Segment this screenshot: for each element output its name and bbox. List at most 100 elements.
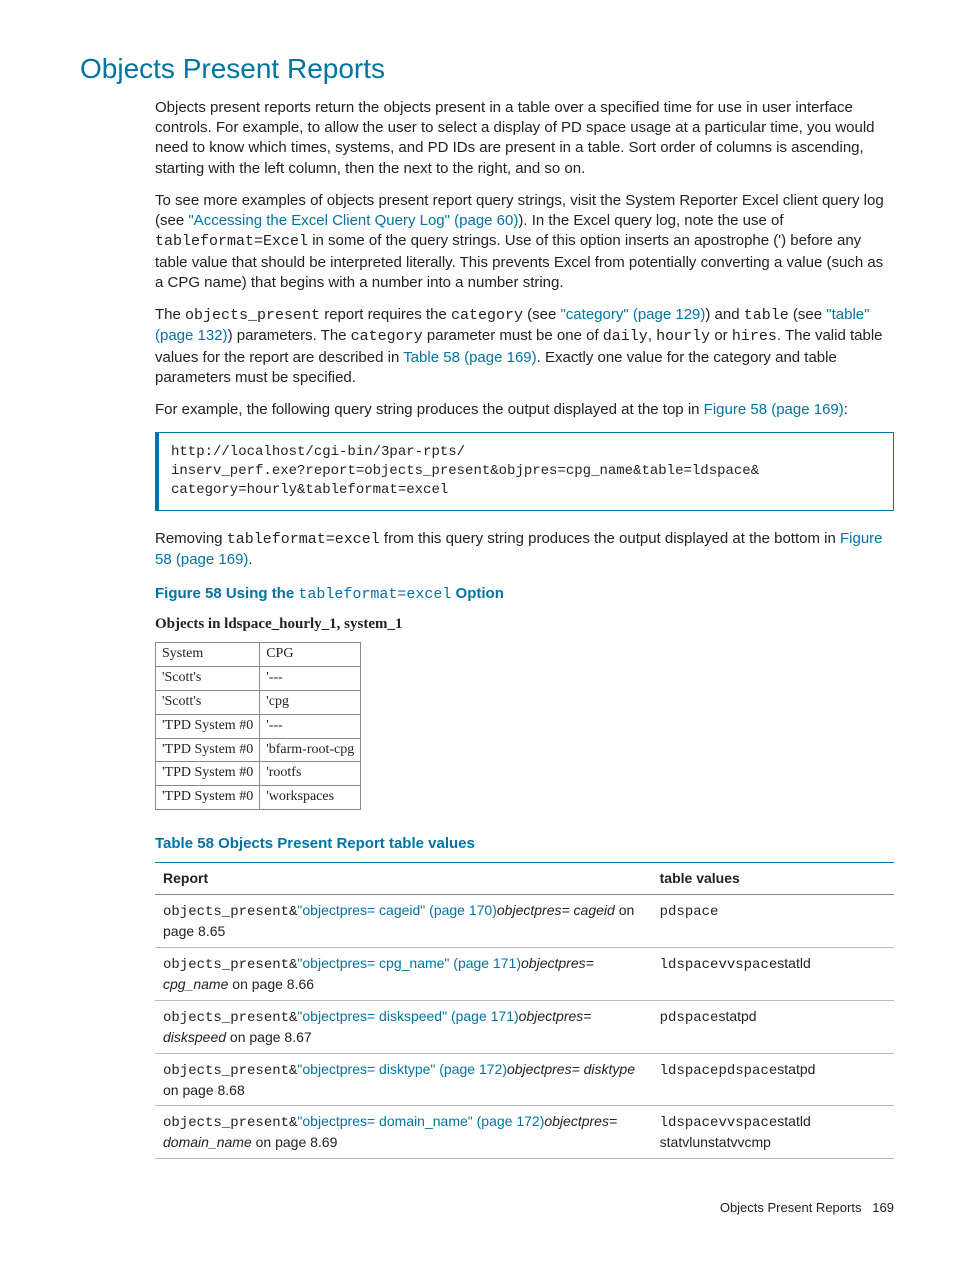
excel-log-link[interactable]: "Accessing the Excel Client Query Log" (… [188, 212, 518, 229]
code-text: objects_present& [163, 904, 297, 920]
text: (see [523, 306, 561, 323]
code-text: pdspace [660, 1010, 719, 1026]
table-row: 'TPD System #0'--- [156, 714, 361, 738]
text: ) parameters. The [228, 327, 351, 344]
table-cell: objects_present&"objectpres= domain_name… [155, 1106, 652, 1159]
figure58-link[interactable]: Figure 58 (page 169) [704, 401, 844, 418]
text: from this query string produces the outp… [380, 530, 840, 547]
table-cell: 'bfarm-root-cpg [260, 738, 361, 762]
table-cell: objects_present&"objectpres= disktype" (… [155, 1053, 652, 1106]
body-content: Objects present reports return the objec… [155, 98, 894, 1159]
table-cell: pdspacestatpd [652, 1000, 894, 1053]
example-table: System CPG 'Scott's'--- 'Scott's'cpg 'TP… [155, 642, 361, 810]
removing-paragraph: Removing tableformat=excel from this que… [155, 529, 894, 571]
code-text: table [744, 307, 789, 324]
figure-title: Figure 58 Using the tableformat=excel Op… [155, 584, 894, 605]
row-link[interactable]: "objectpres= cpg_name" (page 171) [297, 955, 521, 971]
row-link[interactable]: "objectpres= domain_name" (page 172) [297, 1113, 544, 1129]
row-link[interactable]: "objectpres= disktype" (page 172) [297, 1061, 507, 1077]
text: on page 8.69 [252, 1134, 338, 1150]
code-text: daily [603, 328, 648, 345]
text: statpd [718, 1008, 756, 1024]
table-cell: pdspace [652, 895, 894, 948]
text: (see [789, 306, 827, 323]
text: on page 8.68 [163, 1082, 245, 1098]
row-link[interactable]: "objectpres= cageid" (page 170) [297, 902, 496, 918]
params-paragraph: The objects_present report requires the … [155, 305, 894, 388]
table-row: System CPG [156, 642, 361, 666]
code-text: objects_present& [163, 957, 297, 973]
table-header-row: Report table values [155, 863, 894, 895]
code-text: objects_present [185, 307, 320, 324]
page-footer: Objects Present Reports 169 [80, 1199, 894, 1217]
code-text: ldspacevvspace [660, 1115, 778, 1131]
code-text: tableformat=excel [298, 586, 451, 603]
table-cell: 'TPD System #0 [156, 738, 260, 762]
table-cell: 'Scott's [156, 690, 260, 714]
table-cell: 'workspaces [260, 786, 361, 810]
table-row: objects_present&"objectpres= domain_name… [155, 1106, 894, 1159]
code-text: hourly [656, 328, 710, 345]
table-cell: '--- [260, 666, 361, 690]
text: ) and [705, 306, 743, 323]
code-text: ldspacepdspace [660, 1063, 778, 1079]
code-text: hires [732, 328, 777, 345]
code-text: category [351, 328, 423, 345]
text: on page 8.67 [226, 1029, 312, 1045]
example-intro: For example, the following query string … [155, 400, 894, 420]
table-header-cell: table values [652, 863, 894, 895]
table58-title: Table 58 Objects Present Report table va… [155, 834, 894, 854]
footer-label: Objects Present Reports [720, 1200, 862, 1215]
table-row: objects_present&"objectpres= cpg_name" (… [155, 948, 894, 1001]
text: Option [451, 585, 504, 602]
table-cell: objects_present&"objectpres= diskspeed" … [155, 1000, 652, 1053]
code-text: ldspacevvspace [660, 957, 778, 973]
text: , [648, 327, 656, 344]
table-cell: ldspacevvspacestatld [652, 948, 894, 1001]
page-heading: Objects Present Reports [80, 50, 894, 88]
table-cell: 'cpg [260, 690, 361, 714]
text: For example, the following query string … [155, 401, 704, 418]
category-link[interactable]: "category" (page 129) [560, 306, 705, 323]
table58: Report table values objects_present&"obj… [155, 862, 894, 1159]
text: statld [777, 955, 810, 971]
table-header-cell: CPG [260, 642, 361, 666]
code-block: http://localhost/cgi-bin/3par-rpts/ inse… [155, 432, 894, 511]
table-cell: ldspacevvspacestatld statvlunstatvvcmp [652, 1106, 894, 1159]
table-row: objects_present&"objectpres= disktype" (… [155, 1053, 894, 1106]
excel-paragraph: To see more examples of objects present … [155, 191, 894, 293]
text: Removing [155, 530, 227, 547]
text: parameter must be one of [423, 327, 603, 344]
table-cell: 'Scott's [156, 666, 260, 690]
text: Figure 58 Using the [155, 585, 298, 602]
row-link[interactable]: "objectpres= diskspeed" (page 171) [297, 1008, 518, 1024]
table-cell: ldspacepdspacestatpd [652, 1053, 894, 1106]
table-cell: objects_present&"objectpres= cpg_name" (… [155, 948, 652, 1001]
table-row: objects_present&"objectpres= cageid" (pa… [155, 895, 894, 948]
table-cell: 'TPD System #0 [156, 786, 260, 810]
intro-paragraph: Objects present reports return the objec… [155, 98, 894, 179]
text: or [710, 327, 732, 344]
table-cell: '--- [260, 714, 361, 738]
code-text: tableformat=Excel [155, 233, 308, 250]
table-row: 'Scott's'--- [156, 666, 361, 690]
code-text: objects_present& [163, 1063, 297, 1079]
table-cell: 'rootfs [260, 762, 361, 786]
code-text: tableformat=excel [227, 531, 380, 548]
text: : [844, 401, 848, 418]
code-text: category [451, 307, 523, 324]
table-cell: 'TPD System #0 [156, 762, 260, 786]
italic-text: objectpres= disktype [507, 1061, 635, 1077]
italic-text: objectpres= cageid [497, 902, 615, 918]
table58-link[interactable]: Table 58 (page 169) [403, 349, 536, 366]
text: on page 8.66 [228, 976, 314, 992]
text: report requires the [320, 306, 451, 323]
table-header-cell: Report [155, 863, 652, 895]
table-row: 'TPD System #0'bfarm-root-cpg [156, 738, 361, 762]
table-cell: objects_present&"objectpres= cageid" (pa… [155, 895, 652, 948]
table-header-cell: System [156, 642, 260, 666]
text: . [248, 551, 252, 568]
table-row: 'TPD System #0'rootfs [156, 762, 361, 786]
table-row: 'TPD System #0'workspaces [156, 786, 361, 810]
text: statpd [777, 1061, 815, 1077]
